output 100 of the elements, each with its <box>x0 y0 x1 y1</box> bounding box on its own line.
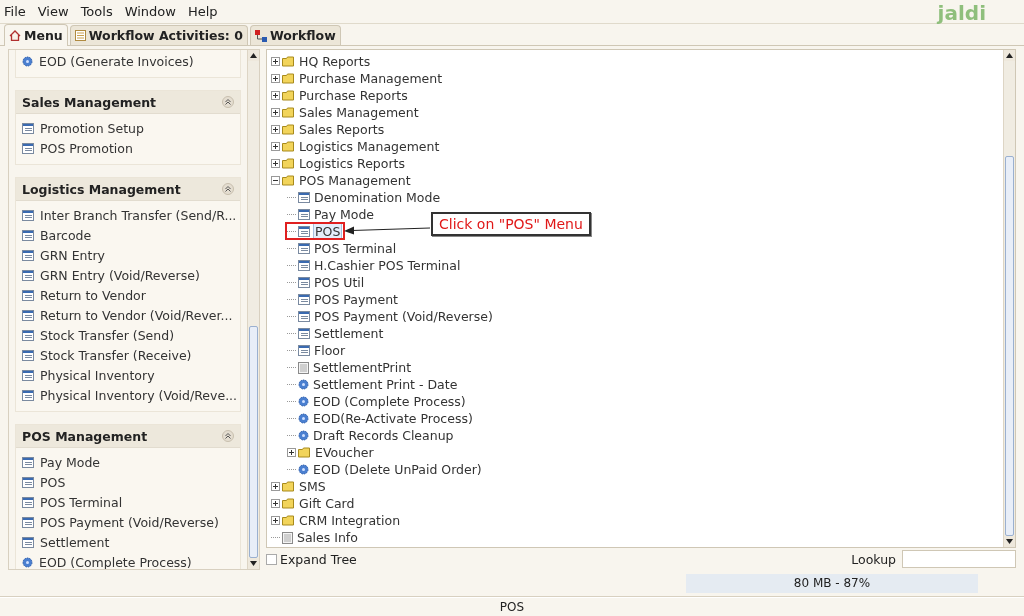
menu-link[interactable]: Promotion Setup <box>40 120 144 136</box>
menu-link[interactable]: POS Terminal <box>40 494 123 510</box>
scroll-up-icon[interactable] <box>250 53 257 59</box>
tree-item[interactable]: POS Payment (Void/Reverse) <box>313 309 494 325</box>
expand-icon[interactable] <box>287 448 296 458</box>
expand-icon[interactable] <box>271 108 280 118</box>
menu-link[interactable]: POS Promotion <box>40 140 133 156</box>
tree-item[interactable]: POS Terminal <box>313 241 398 257</box>
window-icon <box>22 329 34 341</box>
tree-item[interactable]: Purchase Management <box>298 71 444 87</box>
tree-item[interactable]: Logistics Reports <box>298 156 406 172</box>
scroll-down-icon[interactable] <box>1006 539 1013 545</box>
folder-icon <box>282 73 295 85</box>
menu-link[interactable]: GRN Entry (Void/Reverse) <box>40 267 200 283</box>
menu-link[interactable]: POS <box>40 474 66 490</box>
menu-link[interactable]: Stock Transfer (Receive) <box>40 347 192 363</box>
gear-icon <box>298 413 309 425</box>
collapse-icon[interactable] <box>271 176 280 186</box>
expand-tree-checkbox[interactable]: Expand Tree <box>266 551 357 567</box>
menu-link[interactable]: Barcode <box>40 227 92 243</box>
lookup-field[interactable] <box>902 550 1016 569</box>
window-icon <box>22 142 34 154</box>
tree-item[interactable]: SMS <box>298 479 327 495</box>
window-icon <box>22 369 34 381</box>
tree-item[interactable]: Sales Info <box>296 530 359 546</box>
folder-icon <box>282 141 295 153</box>
expand-icon[interactable] <box>271 74 280 84</box>
menu-link[interactable]: Physical Inventory (Void/Reve... <box>40 387 238 403</box>
expand-icon[interactable] <box>271 516 280 526</box>
tree-item[interactable]: Logistics Management <box>298 139 441 155</box>
tree-item[interactable]: EOD (Complete Process) <box>312 394 467 410</box>
expand-icon[interactable] <box>271 125 280 135</box>
gear-icon <box>298 379 309 391</box>
section-header[interactable]: POS Management <box>16 425 240 449</box>
folder-icon <box>282 56 295 68</box>
tree-item[interactable]: POS Payment <box>313 292 399 308</box>
menu-item[interactable]: Help <box>187 4 218 20</box>
tree-item[interactable]: Denomination Mode <box>313 190 442 206</box>
scroll-up-icon[interactable] <box>1006 53 1013 59</box>
section-header[interactable]: Sales Management <box>16 91 240 115</box>
window-icon <box>22 122 34 134</box>
tree-item[interactable]: Settlement <box>313 326 385 342</box>
logo: jaldi <box>937 1 986 25</box>
menu-link[interactable]: Return to Vendor <box>40 287 146 303</box>
menu-link[interactable]: EOD (Complete Process) <box>39 554 192 570</box>
tree-item[interactable]: CRM Integration <box>298 513 402 529</box>
menu-item[interactable]: View <box>37 4 69 20</box>
home-icon <box>9 30 21 42</box>
tree-item[interactable]: POS Util <box>313 275 366 291</box>
tree-item[interactable]: Draft Records Cleanup <box>312 428 455 444</box>
window-icon <box>298 294 310 306</box>
tree-item[interactable]: EOD (Delete UnPaid Order) <box>312 462 483 478</box>
expand-icon[interactable] <box>271 482 280 492</box>
tree-item[interactable]: Purchase Reports <box>298 88 409 104</box>
expand-icon[interactable] <box>271 159 280 169</box>
expand-icon[interactable] <box>271 142 280 152</box>
tree-item[interactable]: SettlementPrint <box>312 360 413 376</box>
expand-icon[interactable] <box>271 57 280 67</box>
tree-item[interactable]: Sales Reports <box>298 122 386 138</box>
tree-item[interactable]: POS Management <box>298 173 412 189</box>
tree-item[interactable]: H.Cashier POS Terminal <box>313 258 462 274</box>
memory-indicator[interactable]: 80 MB - 87% <box>686 573 978 593</box>
gear-icon <box>298 464 309 476</box>
collapse-icon[interactable] <box>222 183 234 196</box>
expand-icon[interactable] <box>271 499 280 509</box>
menu-item[interactable]: File <box>4 4 26 20</box>
folder-icon <box>282 90 295 102</box>
menu-link[interactable]: Pay Mode <box>40 454 101 470</box>
scroll-down-icon[interactable] <box>250 561 257 567</box>
menu-link[interactable]: Physical Inventory <box>40 367 155 383</box>
collapse-icon[interactable] <box>222 430 234 443</box>
workflow-icon <box>254 29 267 42</box>
tab[interactable]: Workflow <box>249 25 341 46</box>
window-icon <box>22 289 34 301</box>
section-header[interactable]: Logistics Management <box>16 178 240 202</box>
scrollbar[interactable] <box>247 50 259 570</box>
menu-link[interactable]: Settlement <box>40 534 110 550</box>
scrollbar[interactable] <box>1003 50 1015 548</box>
section-title: Logistics Management <box>22 181 181 197</box>
tree-item[interactable]: EVoucher <box>314 445 375 461</box>
menu-item[interactable]: Tools <box>80 4 113 20</box>
tab[interactable]: Menu <box>4 24 68 47</box>
tree-item[interactable]: Settlement Print - Date <box>312 377 459 393</box>
menu-link[interactable]: Return to Vendor (Void/Rever... <box>40 307 233 323</box>
menu-link[interactable]: POS Payment (Void/Reverse) <box>40 514 219 530</box>
collapse-icon[interactable] <box>222 96 234 109</box>
tree-item[interactable]: Pay Mode <box>313 207 376 223</box>
tree-item[interactable]: EOD(Re-Activate Process) <box>312 411 474 427</box>
tree-item[interactable]: Sales Management <box>298 105 420 121</box>
tree-item[interactable]: Floor <box>313 343 347 359</box>
menu-link[interactable]: Inter Branch Transfer (Send/R... <box>40 207 237 223</box>
tree-item[interactable]: HQ Reports <box>298 54 372 70</box>
menu-item[interactable]: Window <box>124 4 176 20</box>
menu-link[interactable]: GRN Entry <box>40 247 105 263</box>
tab[interactable]: Workflow Activities: 0 <box>69 25 248 46</box>
expand-icon[interactable] <box>271 91 280 101</box>
menu-link[interactable]: Stock Transfer (Send) <box>40 327 175 343</box>
folder-icon <box>282 481 295 493</box>
folder-icon <box>282 498 295 510</box>
tree-item[interactable]: Gift Card <box>298 496 356 512</box>
